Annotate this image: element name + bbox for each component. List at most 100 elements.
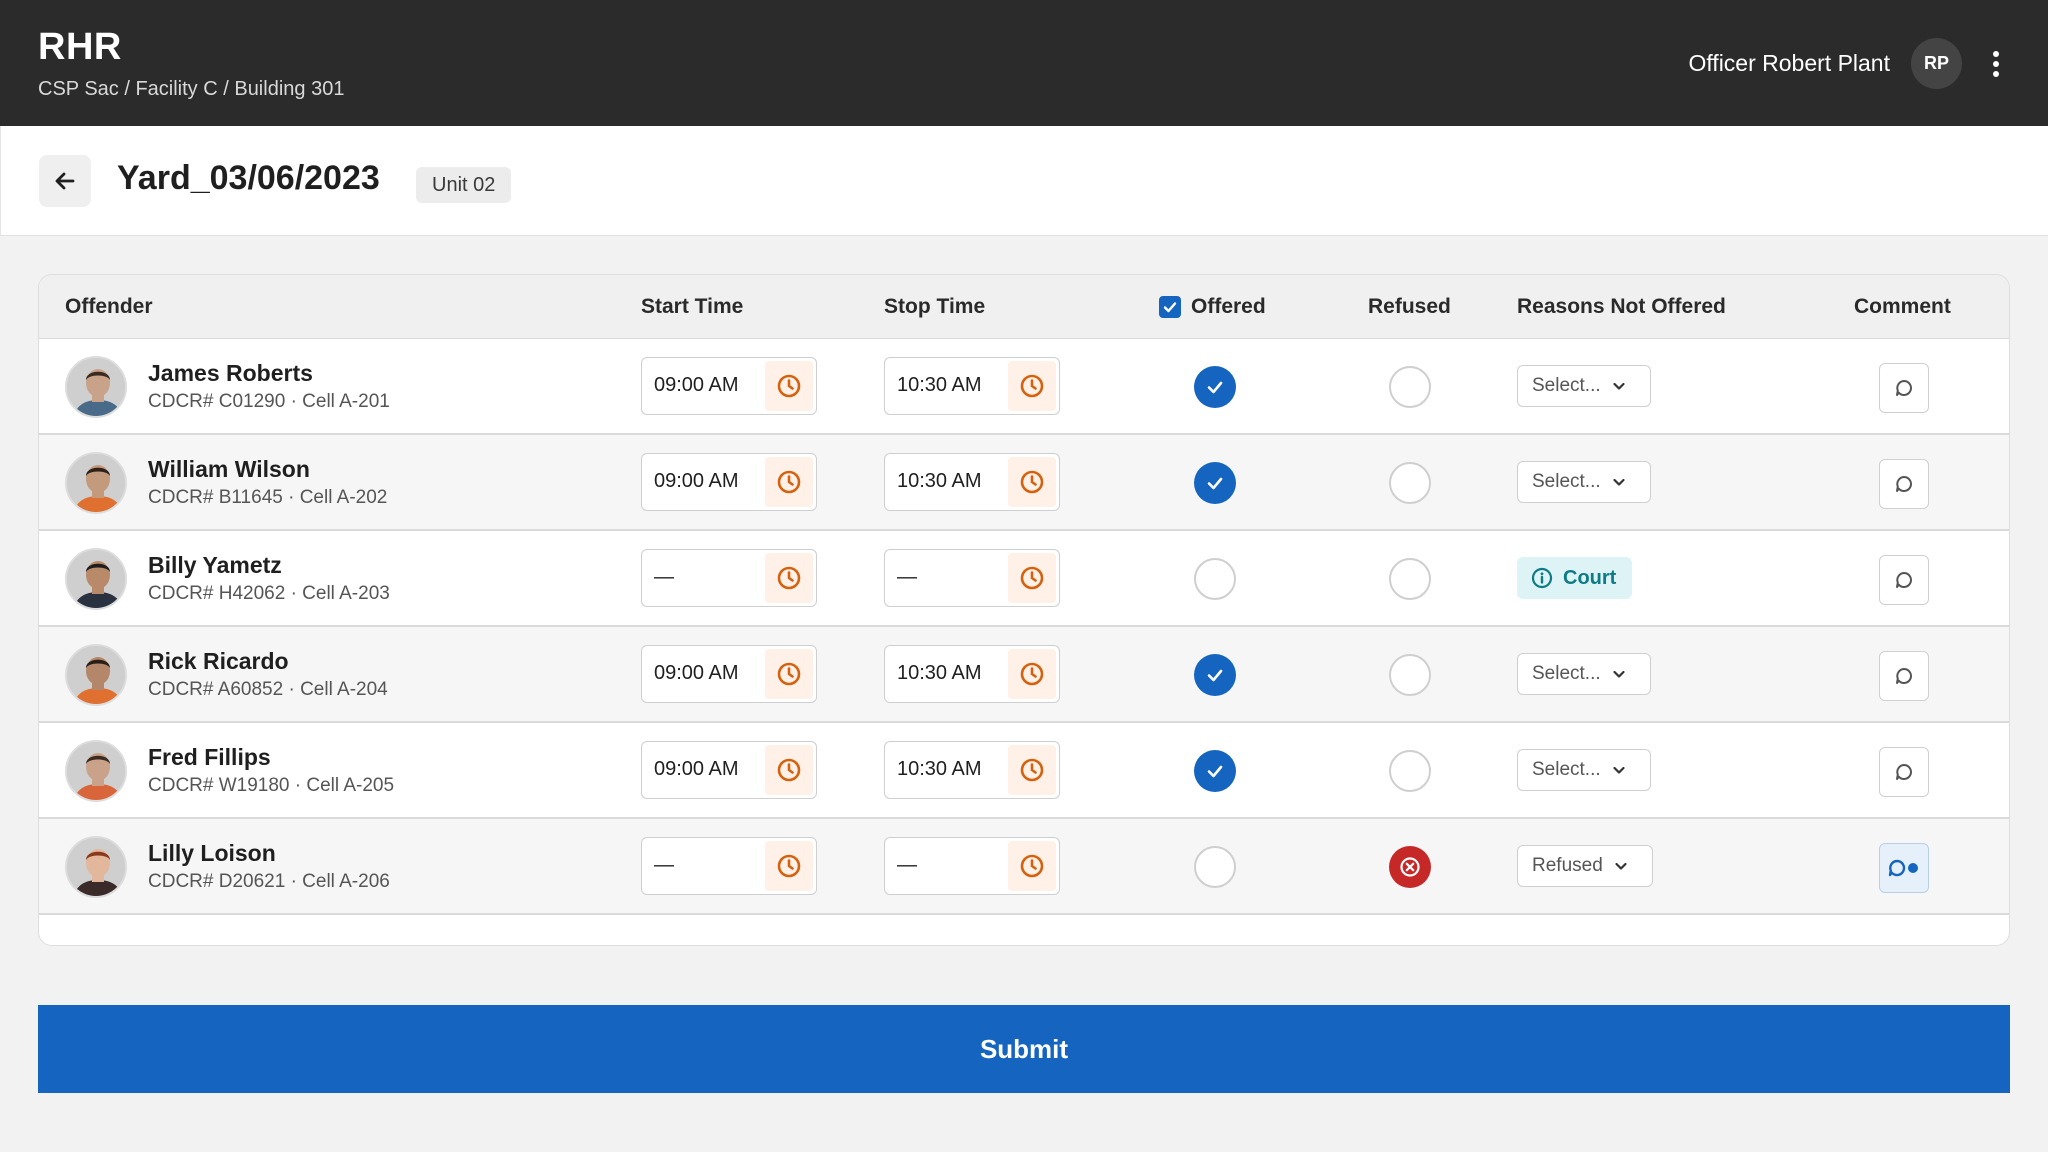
stop-time-picker-button[interactable] bbox=[1008, 649, 1056, 699]
comment-button[interactable] bbox=[1879, 555, 1929, 605]
stop-time-input[interactable]: 10:30 AM bbox=[884, 357, 1060, 415]
refused-toggle[interactable] bbox=[1389, 462, 1431, 504]
chevron-down-icon bbox=[1615, 862, 1627, 870]
offender-name: William Wilson bbox=[148, 456, 310, 482]
refused-toggle[interactable] bbox=[1389, 558, 1431, 600]
stop-time-input[interactable]: 10:30 AM bbox=[884, 453, 1060, 511]
offender-photo-image bbox=[67, 454, 125, 512]
reason-select[interactable]: Refused bbox=[1517, 845, 1653, 887]
comment-button[interactable] bbox=[1879, 843, 1929, 893]
back-button[interactable] bbox=[39, 155, 91, 207]
reason-select[interactable]: Select... bbox=[1517, 365, 1651, 407]
comment-icon bbox=[1896, 572, 1912, 588]
offered-toggle[interactable] bbox=[1194, 846, 1236, 888]
breadcrumb: CSP Sac / Facility C / Building 301 bbox=[38, 78, 345, 100]
offender-avatar bbox=[65, 356, 127, 418]
comment-icon bbox=[1896, 380, 1912, 396]
start-time-input[interactable]: 09:00 AM bbox=[641, 645, 817, 703]
offender-name: Fred Fillips bbox=[148, 744, 271, 770]
start-time-value: — bbox=[654, 566, 674, 588]
clock-icon bbox=[1020, 662, 1044, 686]
chevron-down-icon bbox=[1613, 478, 1625, 486]
start-time-picker-button[interactable] bbox=[765, 745, 813, 795]
col-refused: Refused bbox=[1368, 295, 1451, 318]
clock-icon bbox=[1020, 758, 1044, 782]
offered-toggle[interactable] bbox=[1194, 462, 1236, 504]
reason-label: Court bbox=[1563, 566, 1617, 589]
clock-icon bbox=[777, 758, 801, 782]
reason-select[interactable]: Select... bbox=[1517, 749, 1651, 791]
stop-time-input[interactable]: 10:30 AM bbox=[884, 645, 1060, 703]
offered-toggle[interactable] bbox=[1194, 654, 1236, 696]
stop-time-value: — bbox=[897, 854, 917, 876]
stop-time-picker-button[interactable] bbox=[1008, 841, 1056, 891]
stop-time-input[interactable]: — bbox=[884, 837, 1060, 895]
comment-button[interactable] bbox=[1879, 363, 1929, 413]
clock-icon bbox=[777, 470, 801, 494]
start-time-value: — bbox=[654, 854, 674, 876]
reason-label: Select... bbox=[1532, 471, 1601, 492]
refused-toggle[interactable] bbox=[1389, 654, 1431, 696]
offender-meta: CDCR# H42062 · Cell A-203 bbox=[148, 583, 390, 604]
table-row: William Wilson CDCR# B11645 · Cell A-202 0… bbox=[39, 435, 2009, 531]
comment-button[interactable] bbox=[1879, 459, 1929, 509]
reason-tag[interactable]: Court bbox=[1517, 557, 1633, 599]
submit-button[interactable]: Submit bbox=[38, 1005, 2010, 1093]
col-comment: Comment bbox=[1854, 295, 1951, 318]
avatar[interactable]: RP bbox=[1911, 38, 1962, 89]
clock-icon bbox=[777, 854, 801, 878]
start-time-picker-button[interactable] bbox=[765, 553, 813, 603]
refused-toggle[interactable] bbox=[1389, 846, 1431, 888]
stop-time-input[interactable]: — bbox=[884, 549, 1060, 607]
comment-icon bbox=[1896, 476, 1912, 492]
offered-toggle[interactable] bbox=[1194, 366, 1236, 408]
reason-select[interactable]: Select... bbox=[1517, 653, 1651, 695]
check-icon bbox=[1207, 381, 1223, 394]
close-circle-icon bbox=[1400, 857, 1420, 877]
table-row: Billy Yametz CDCR# H42062 · Cell A-203 — — C… bbox=[39, 531, 2009, 627]
reason-select[interactable]: Select... bbox=[1517, 461, 1651, 503]
clock-icon bbox=[777, 566, 801, 590]
refused-toggle[interactable] bbox=[1389, 750, 1431, 792]
offender-meta: CDCR# C01290 · Cell A-201 bbox=[148, 391, 390, 412]
col-reasons: Reasons Not Offered bbox=[1517, 295, 1726, 318]
start-time-picker-button[interactable] bbox=[765, 361, 813, 411]
table-row: Fred Fillips CDCR# W19180 · Cell A-205 09:… bbox=[39, 723, 2009, 819]
start-time-input[interactable]: — bbox=[641, 549, 817, 607]
stop-time-picker-button[interactable] bbox=[1008, 745, 1056, 795]
offender-name: Rick Ricardo bbox=[148, 648, 289, 674]
offered-toggle[interactable] bbox=[1194, 558, 1236, 600]
stop-time-picker-button[interactable] bbox=[1008, 553, 1056, 603]
start-time-picker-button[interactable] bbox=[765, 841, 813, 891]
refused-toggle[interactable] bbox=[1389, 366, 1431, 408]
unit-badge: Unit 02 bbox=[416, 167, 512, 203]
offender-meta: CDCR# B11645 · Cell A-202 bbox=[148, 487, 388, 508]
comment-button[interactable] bbox=[1879, 747, 1929, 797]
offered-toggle[interactable] bbox=[1194, 750, 1236, 792]
start-time-input[interactable]: 09:00 AM bbox=[641, 741, 817, 799]
offender-avatar bbox=[65, 452, 127, 514]
comment-button[interactable] bbox=[1879, 651, 1929, 701]
stop-time-picker-button[interactable] bbox=[1008, 457, 1056, 507]
stop-time-picker-button[interactable] bbox=[1008, 361, 1056, 411]
col-offender: Offender bbox=[65, 295, 153, 318]
info-icon bbox=[1531, 567, 1553, 589]
start-time-picker-button[interactable] bbox=[765, 457, 813, 507]
start-time-input[interactable]: 09:00 AM bbox=[641, 453, 817, 511]
start-time-value: 09:00 AM bbox=[654, 758, 739, 780]
check-icon bbox=[1207, 669, 1223, 682]
col-stop-time: Stop Time bbox=[884, 295, 986, 318]
offender-meta: CDCR# W19180 · Cell A-205 bbox=[148, 775, 395, 796]
start-time-input[interactable]: — bbox=[641, 837, 817, 895]
offender-name: Billy Yametz bbox=[148, 552, 282, 578]
offender-avatar bbox=[65, 836, 127, 898]
stop-time-input[interactable]: 10:30 AM bbox=[884, 741, 1060, 799]
table-row: Rick Ricardo CDCR# A60852 · Cell A-204 09:… bbox=[39, 627, 2009, 723]
more-menu-icon[interactable] bbox=[1984, 44, 2008, 84]
col-offered: Offered bbox=[1159, 295, 1266, 319]
start-time-input[interactable]: 09:00 AM bbox=[641, 357, 817, 415]
app-header: RHR CSP Sac / Facility C / Building 301 … bbox=[0, 0, 2048, 126]
start-time-picker-button[interactable] bbox=[765, 649, 813, 699]
stop-time-value: — bbox=[897, 566, 917, 588]
select-all-offered-checkbox[interactable] bbox=[1159, 296, 1181, 318]
